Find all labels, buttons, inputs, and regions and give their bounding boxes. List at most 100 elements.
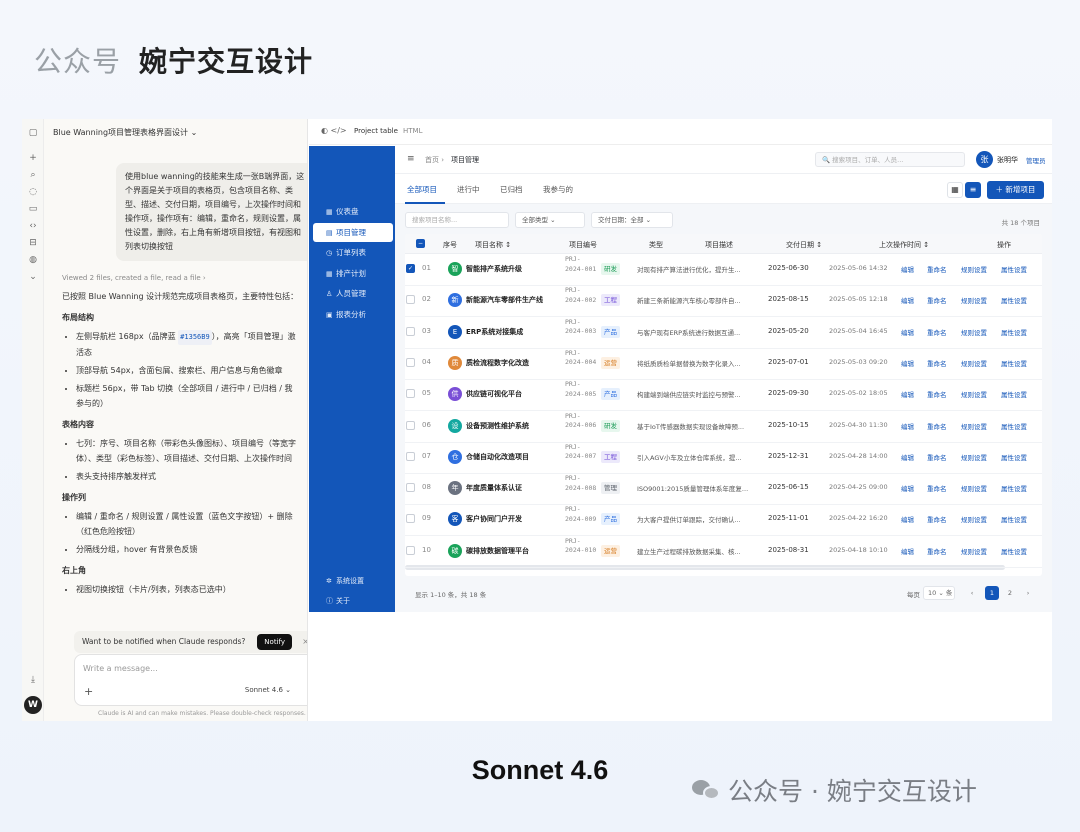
op-0[interactable]: 编辑 [901,452,914,462]
col-date[interactable]: 交付日期 ↕ [786,240,822,250]
tab-1[interactable]: 进行中 [457,184,480,195]
download-icon[interactable]: ⤓ [27,674,39,686]
add-project-button[interactable]: ＋ 新增项目 [987,181,1044,199]
op-0[interactable]: 编辑 [901,514,914,524]
project-name[interactable]: 仓储自动化改造项目 [466,452,529,462]
op-1[interactable]: 重命名 [927,483,947,493]
project-name[interactable]: 质检流程数字化改造 [466,358,529,368]
code-icon[interactable]: ‹› [27,220,39,232]
row-checkbox[interactable] [406,451,415,461]
list-view-icon[interactable]: ≡ [965,182,981,198]
op-1[interactable]: 重命名 [927,264,947,274]
op-1[interactable]: 重命名 [927,358,947,368]
page-1[interactable]: 1 [985,586,999,600]
op-2[interactable]: 规则设置 [961,358,987,368]
op-1[interactable]: 重命名 [927,452,947,462]
op-0[interactable]: 编辑 [901,483,914,493]
op-0[interactable]: 编辑 [901,546,914,556]
row-checkbox[interactable] [406,514,415,524]
tab-3[interactable]: 我参与的 [543,184,573,195]
tool-summary[interactable]: Viewed 2 files, created a file, read a f… [62,274,206,282]
add-icon[interactable]: + [84,685,93,698]
op-3[interactable]: 属性设置 [1001,452,1027,462]
sidebar-item[interactable]: ◷ 订单列表 [313,243,393,262]
user-avatar[interactable]: 张 [976,151,993,168]
chat-title[interactable]: Blue Wanning项目管理表格界面设计 ⌄ [53,127,197,138]
op-2[interactable]: 规则设置 [961,264,987,274]
op-2[interactable]: 规则设置 [961,327,987,337]
op-1[interactable]: 重命名 [927,327,947,337]
chats-icon[interactable]: ◌ [27,186,39,198]
prev-page-icon[interactable]: ‹ [965,586,979,600]
row-checkbox[interactable] [406,295,415,305]
model-selector[interactable]: Sonnet 4.6 ⌄ [245,686,291,694]
op-1[interactable]: 重命名 [927,546,947,556]
op-1[interactable]: 重命名 [927,389,947,399]
project-name[interactable]: 碳排放数据管理平台 [466,546,529,556]
op-0[interactable]: 编辑 [901,358,914,368]
col-last[interactable]: 上次操作时间 ↕ [879,240,929,250]
select-all-checkbox[interactable]: − [416,239,425,248]
sidebar-item[interactable]: ▦ 排产计划 [313,264,393,283]
row-checkbox[interactable] [406,420,415,430]
sidebar-item[interactable]: ▦ 仪表盘 [313,202,393,221]
sidebar-item[interactable]: ♙ 人员管理 [313,284,393,303]
op-0[interactable]: 编辑 [901,264,914,274]
op-3[interactable]: 属性设置 [1001,546,1027,556]
op-3[interactable]: 属性设置 [1001,295,1027,305]
op-3[interactable]: 属性设置 [1001,514,1027,524]
message-input[interactable]: Write a message... + Sonnet 4.6 ⌄ 𝄃𝄃 [74,654,307,706]
tab-0[interactable]: 全部项目 [407,184,437,195]
notify-button[interactable]: Notify [257,634,292,650]
op-3[interactable]: 属性设置 [1001,483,1027,493]
row-checkbox[interactable] [406,389,415,399]
op-3[interactable]: 属性设置 [1001,358,1027,368]
op-2[interactable]: 规则设置 [961,514,987,524]
op-2[interactable]: 规则设置 [961,483,987,493]
artifacts-icon[interactable]: ⊟ [27,237,39,249]
op-3[interactable]: 属性设置 [1001,421,1027,431]
next-page-icon[interactable]: › [1021,586,1035,600]
palette-icon[interactable]: ◍ [27,254,39,266]
menu-icon[interactable]: ≡ [407,154,415,164]
close-icon[interactable]: × [302,631,307,653]
search-input[interactable]: 🔍 搜索项目、订单、人员... [815,152,965,167]
op-2[interactable]: 规则设置 [961,452,987,462]
op-2[interactable]: 规则设置 [961,389,987,399]
sidebar-item[interactable]: ▣ 报表分析 [313,305,393,324]
op-2[interactable]: 规则设置 [961,546,987,556]
project-name[interactable]: 供应链可视化平台 [466,389,522,399]
op-1[interactable]: 重命名 [927,295,947,305]
project-name[interactable]: 智能排产系统升级 [466,264,522,274]
projects-icon[interactable]: ▭ [27,203,39,215]
artifact-toggle-icon[interactable]: ◐ </> [321,126,347,135]
sidebar-toggle-icon[interactable]: ▢ [27,127,39,139]
op-1[interactable]: 重命名 [927,421,947,431]
op-1[interactable]: 重命名 [927,514,947,524]
page-size-select[interactable]: 10 ⌄ 条 [923,586,955,600]
avatar[interactable]: W [24,696,42,714]
row-checkbox[interactable] [406,326,415,336]
tab-2[interactable]: 已归档 [500,184,523,195]
project-name[interactable]: 设备预测性维护系统 [466,421,529,431]
op-3[interactable]: 属性设置 [1001,389,1027,399]
row-checkbox[interactable]: ✓ [406,264,415,273]
date-select[interactable]: 交付日期：全部 ⌄ [591,212,673,228]
project-name[interactable]: 新能源汽车零部件生产线 [466,295,543,305]
project-name[interactable]: 客户协同门户开发 [466,514,522,524]
type-select[interactable]: 全部类型 ⌄ [515,212,585,228]
more-icon[interactable]: ⌄ [27,271,39,283]
row-checkbox[interactable] [406,483,415,493]
new-chat-icon[interactable]: + [27,152,39,164]
row-checkbox[interactable] [406,545,415,555]
op-3[interactable]: 属性设置 [1001,327,1027,337]
op-2[interactable]: 规则设置 [961,421,987,431]
op-2[interactable]: 规则设置 [961,295,987,305]
grid-view-icon[interactable]: ▦ [947,182,963,198]
col-name[interactable]: 项目名称 ↕ [475,240,511,250]
row-checkbox[interactable] [406,357,415,367]
op-0[interactable]: 编辑 [901,327,914,337]
project-name[interactable]: 年度质量体系认证 [466,483,522,493]
project-name[interactable]: ERP系统对接集成 [466,327,523,337]
op-0[interactable]: 编辑 [901,295,914,305]
